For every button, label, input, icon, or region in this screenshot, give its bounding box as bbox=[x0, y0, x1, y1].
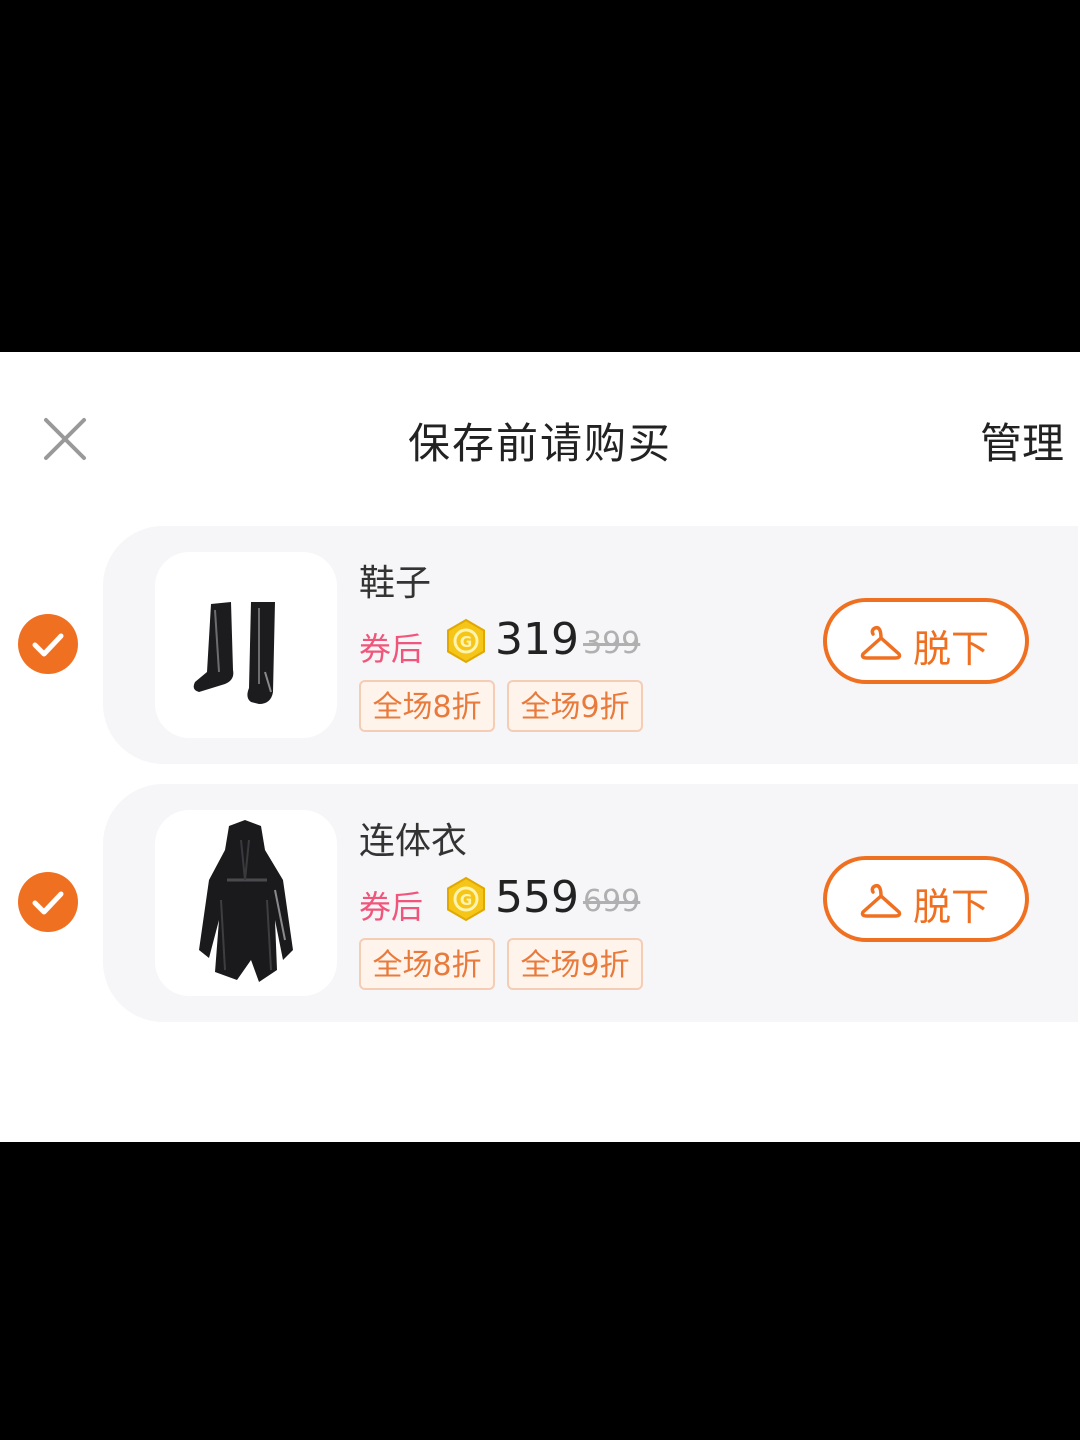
item-thumbnail-boots[interactable] bbox=[155, 552, 337, 738]
discount-tag: 全场9折 bbox=[507, 680, 643, 732]
original-price: 699 bbox=[583, 884, 641, 919]
take-off-button[interactable]: 脱下 bbox=[823, 856, 1029, 942]
svg-text:G: G bbox=[460, 633, 472, 651]
item-name: 鞋子 bbox=[359, 563, 432, 604]
coupon-price-label: 券后 bbox=[359, 630, 424, 668]
item-thumbnail-jumpsuit[interactable] bbox=[155, 810, 337, 996]
discount-tag: 全场8折 bbox=[359, 938, 495, 990]
price: 319 bbox=[495, 614, 579, 665]
discount-tag: 全场9折 bbox=[507, 938, 643, 990]
checkbox-checked-icon[interactable] bbox=[18, 872, 78, 932]
manage-button[interactable]: 管理 bbox=[980, 410, 1064, 471]
gold-coin-icon: G bbox=[443, 876, 489, 922]
svg-text:G: G bbox=[460, 891, 472, 909]
sheet-title: 保存前请购买 bbox=[407, 419, 672, 468]
cart-item: 连体衣 券后 G 559 699 全场8折 全场9折 脱下 bbox=[0, 784, 1080, 1022]
close-icon[interactable] bbox=[40, 414, 90, 464]
take-off-label: 脱下 bbox=[913, 627, 990, 671]
discount-tag: 全场8折 bbox=[359, 680, 495, 732]
price-row: 券后 G 319 399 bbox=[359, 614, 699, 668]
checkbox-checked-icon[interactable] bbox=[18, 614, 78, 674]
original-price: 399 bbox=[583, 626, 641, 661]
take-off-label: 脱下 bbox=[913, 885, 990, 929]
take-off-button[interactable]: 脱下 bbox=[823, 598, 1029, 684]
item-card: 鞋子 券后 G 319 399 全场8折 全场9折 脱下 bbox=[103, 526, 1078, 764]
hanger-icon bbox=[859, 622, 903, 662]
coupon-price-label: 券后 bbox=[359, 888, 424, 926]
cart-item: 鞋子 券后 G 319 399 全场8折 全场9折 脱下 bbox=[0, 526, 1080, 764]
hanger-icon bbox=[859, 880, 903, 920]
purchase-sheet: 保存前请购买 管理 鞋子 券后 G 319 399 全场8折 全场9折 脱下 连… bbox=[0, 352, 1080, 1142]
screen: 保存前请购买 管理 鞋子 券后 G 319 399 全场8折 全场9折 脱下 连… bbox=[0, 0, 1080, 1440]
price: 559 bbox=[495, 872, 579, 923]
item-card: 连体衣 券后 G 559 699 全场8折 全场9折 脱下 bbox=[103, 784, 1078, 1022]
gold-coin-icon: G bbox=[443, 618, 489, 664]
item-name: 连体衣 bbox=[359, 821, 468, 862]
price-row: 券后 G 559 699 bbox=[359, 872, 699, 926]
